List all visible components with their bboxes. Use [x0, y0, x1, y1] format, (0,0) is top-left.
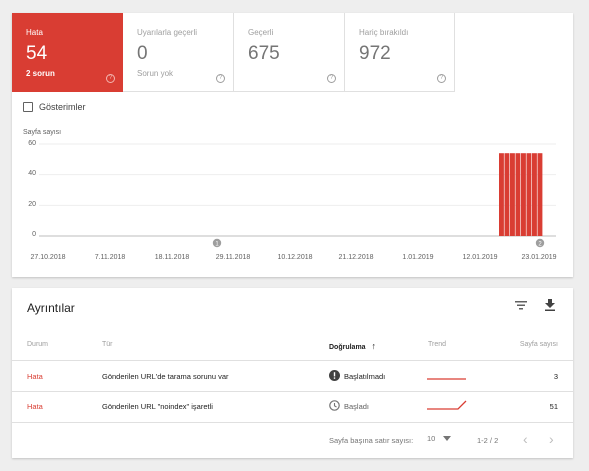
tile-title: Geçerli	[248, 28, 274, 37]
y-tick-label: 20	[28, 201, 36, 208]
x-tick-label: 27.10.2018	[30, 254, 66, 261]
validation-cell: Başlatılmadı	[344, 372, 386, 381]
column-header-validation-label: Doğrulama	[329, 344, 366, 351]
pages-cell: 3	[553, 372, 558, 381]
tile-title: Hata	[26, 28, 43, 37]
type-cell: Gönderilen URL "noindex" işaretli	[102, 402, 213, 411]
divider	[12, 422, 573, 423]
x-tick-label: 18.11.2018	[154, 254, 190, 261]
help-icon[interactable]: ?	[327, 74, 336, 83]
coverage-card: Hata 54 2 sorun ? Uyarılarla geçerli 0 S…	[12, 13, 573, 277]
bar	[499, 153, 504, 236]
rows-per-page-select[interactable]: 10	[427, 434, 452, 443]
type-cell: Gönderilen URL'de tarama sorunu var	[102, 372, 229, 381]
tile-valid[interactable]: Geçerli 675 ?	[234, 13, 345, 92]
column-header-trend[interactable]: Trend	[428, 341, 446, 348]
x-tick-label: 12.01.2019	[462, 254, 498, 261]
pages-cell: 51	[549, 402, 558, 411]
x-tick-label: 1.01.2019	[402, 254, 434, 261]
column-header-status[interactable]: Durum	[27, 341, 48, 348]
tile-error[interactable]: Hata 54 2 sorun ?	[12, 13, 123, 92]
x-tick-label: 10.12.2018	[277, 254, 313, 261]
tile-value: 675	[248, 43, 280, 64]
rows-per-page-label: Sayfa başına satır sayısı:	[329, 436, 414, 445]
y-axis-label: Sayfa sayısı	[23, 129, 62, 136]
pagination-range: 1-2 / 2	[477, 436, 499, 445]
bar	[532, 153, 537, 236]
prev-page-icon[interactable]: ‹	[523, 431, 528, 447]
details-card: Ayrıntılar Durum Tür Doğrulama ↑ Trend S…	[12, 288, 573, 458]
x-tick-label: 23.01.2019	[521, 254, 557, 261]
tile-value: 54	[26, 43, 48, 64]
y-tick-label: 40	[28, 170, 36, 177]
dropdown-arrow-icon	[443, 436, 452, 441]
column-header-pages[interactable]: Sayfa sayısı	[506, 341, 558, 348]
tile-subtitle: Sorun yok	[137, 69, 174, 78]
divider	[12, 391, 573, 392]
clock-icon	[329, 400, 340, 411]
tile-title: Hariç bırakıldı	[359, 28, 409, 37]
tile-subtitle: 2 sorun	[26, 69, 55, 78]
y-tick-label: 0	[32, 231, 36, 238]
x-tick-label: 29.11.2018	[215, 254, 251, 261]
help-icon[interactable]: ?	[106, 74, 115, 83]
filter-icon[interactable]	[515, 300, 527, 310]
bar	[510, 153, 515, 236]
rows-per-page-value: 10	[427, 434, 436, 443]
help-icon[interactable]: ?	[437, 74, 446, 83]
annotation-marker-label: 2	[538, 242, 542, 248]
status-cell: Hata	[27, 372, 43, 381]
annotation-marker-circle	[212, 238, 222, 248]
trend-sparkline	[427, 400, 467, 410]
x-tick-label: 21.12.2018	[338, 254, 374, 261]
next-page-icon[interactable]: ›	[549, 431, 554, 447]
tile-value: 972	[359, 43, 391, 64]
sort-arrow-icon: ↑	[371, 341, 377, 351]
bar	[537, 153, 543, 236]
tile-value: 0	[137, 43, 148, 64]
impressions-checkbox[interactable]: Gösterimler	[23, 102, 86, 112]
column-header-validation[interactable]: Doğrulama ↑	[329, 341, 376, 351]
impressions-label: Gösterimler	[39, 102, 86, 112]
tile-valid-with-warnings[interactable]: Uyarılarla geçerli 0 Sorun yok ?	[123, 13, 234, 92]
bar	[504, 153, 510, 236]
tile-excluded[interactable]: Hariç bırakıldı 972 ?	[345, 13, 455, 92]
x-tick-label: 7.11.2018	[94, 254, 126, 261]
trend-sparkline	[427, 378, 466, 380]
error-icon	[329, 370, 340, 381]
annotation-marker-label: 1	[215, 242, 219, 248]
validation-cell: Başladı	[344, 402, 370, 411]
bar	[526, 153, 532, 236]
bar	[521, 153, 526, 236]
column-header-type[interactable]: Tür	[102, 341, 113, 348]
y-tick-label: 60	[28, 140, 36, 147]
status-cell: Hata	[27, 402, 43, 411]
annotation-marker-circle	[535, 238, 545, 248]
tile-title: Uyarılarla geçerli	[137, 28, 198, 37]
help-icon[interactable]: ?	[216, 74, 225, 83]
annotation-marker: 2	[535, 238, 545, 248]
details-title: Ayrıntılar	[27, 301, 75, 315]
annotation-marker: 1	[212, 238, 222, 248]
download-icon[interactable]	[545, 299, 555, 311]
checkbox-icon[interactable]	[23, 102, 33, 112]
bar	[515, 153, 521, 236]
divider	[12, 360, 573, 361]
